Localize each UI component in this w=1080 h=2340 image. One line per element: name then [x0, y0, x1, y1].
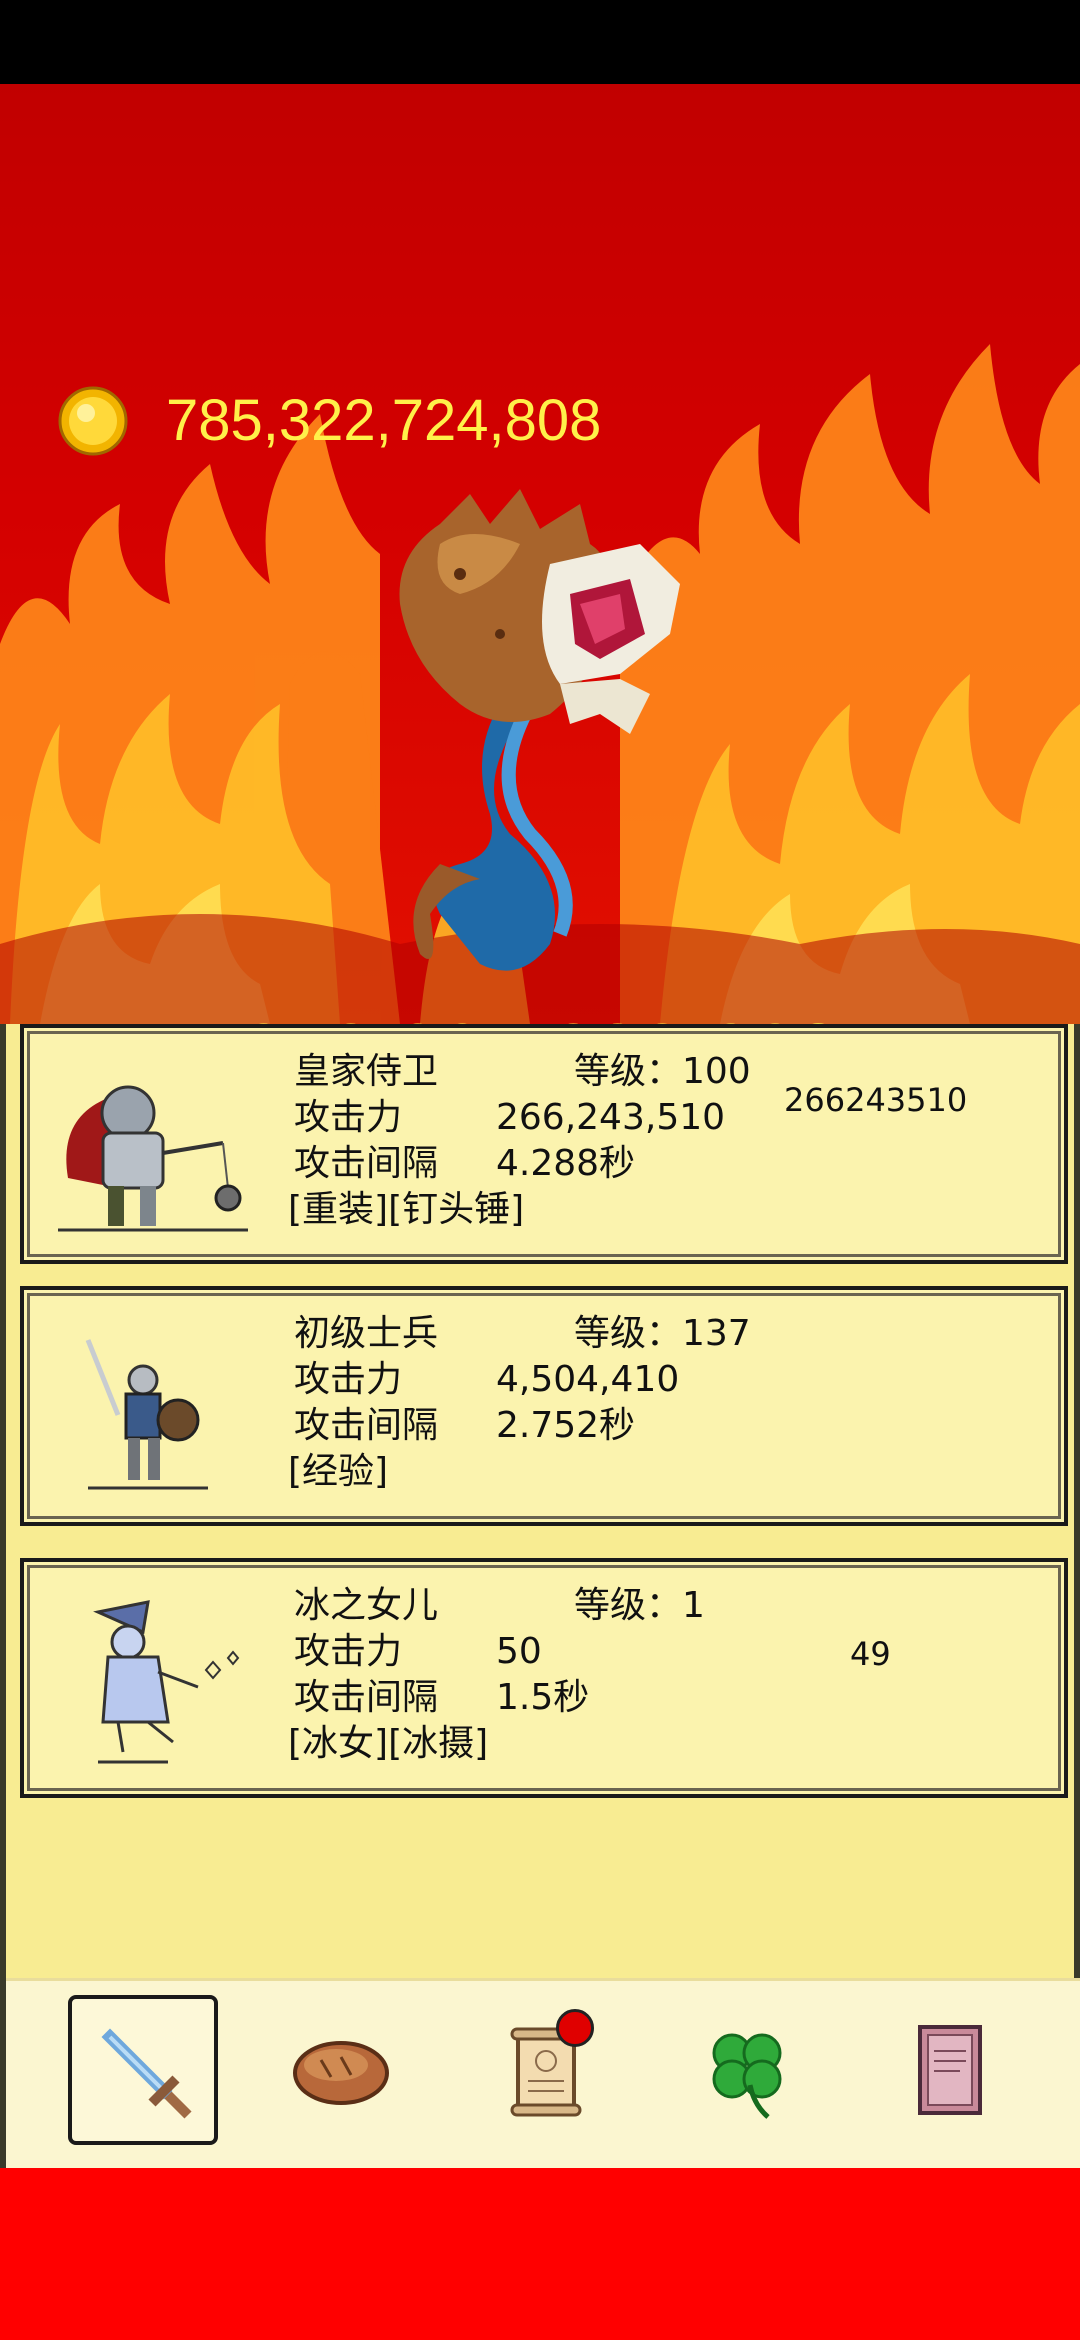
- clover-icon: [712, 2033, 782, 2119]
- bottom-banner: [0, 2168, 1080, 2340]
- hero-name: 初级士兵: [294, 1313, 439, 1354]
- attack-value: 50: [496, 1631, 542, 1672]
- interval-label: 攻击间隔: [294, 1405, 439, 1446]
- interval-label: 攻击间隔: [294, 1677, 439, 1718]
- attack-label: 攻击力: [294, 1097, 403, 1138]
- attack-value: 4,504,410: [496, 1359, 680, 1400]
- serpent-boss-sprite[interactable]: [380, 484, 720, 984]
- tab-heroes[interactable]: [68, 1995, 218, 2145]
- ice-daughter-portrait: [93, 1600, 240, 1764]
- hero-name: 冰之女儿: [294, 1585, 439, 1626]
- hero-card-ice-daughter[interactable]: 冰之女儿 等级：1 攻击力 50 49 攻击间隔 1.5秒 [冰女][冰摄]: [20, 1558, 1068, 1798]
- hero-card-royal-guard[interactable]: 皇家侍卫 等级：100 266243510 攻击力 266,243,510 攻击…: [20, 1024, 1068, 1264]
- interval-value: 2.752秒: [496, 1405, 636, 1446]
- attack-value: 266,243,510: [496, 1097, 726, 1138]
- hero-name: 皇家侍卫: [294, 1051, 439, 1092]
- tab-quests[interactable]: [470, 1995, 620, 2145]
- damage-popup: 49: [850, 1635, 891, 1673]
- hero-tags: [冰女][冰摄]: [288, 1723, 489, 1764]
- attack-label: 攻击力: [294, 1359, 403, 1400]
- sword-icon: [101, 2028, 192, 2119]
- tab-luck[interactable]: [672, 1995, 822, 2145]
- junior-soldier-portrait: [85, 1339, 208, 1490]
- gold-counter: 785,322,724,808: [58, 384, 601, 458]
- hero-tags: [经验]: [288, 1451, 389, 1492]
- hero-level: 等级：1: [574, 1585, 705, 1626]
- attack-label: 攻击力: [294, 1631, 403, 1672]
- damage-popup: 266243510: [784, 1081, 968, 1119]
- royal-guard-portrait: [58, 1085, 248, 1232]
- hero-tags: [重装][钉头锤]: [288, 1189, 525, 1230]
- interval-value: 4.288秒: [496, 1143, 636, 1184]
- gold-amount: 785,322,724,808: [166, 388, 602, 453]
- tab-food[interactable]: [266, 1995, 416, 2145]
- boss-health: 653,005,899,662: [0, 1004, 1080, 1024]
- interval-label: 攻击间隔: [294, 1143, 439, 1184]
- battle-arena[interactable]: 785,322,724,808 653,005,899,662: [0, 84, 1080, 1024]
- hero-list-panel: 皇家侍卫 等级：100 266243510 攻击力 266,243,510 攻击…: [0, 1024, 1080, 2168]
- hero-level: 等级：100: [574, 1051, 751, 1092]
- bottom-toolbar: [6, 1978, 1080, 2168]
- tab-codex[interactable]: [874, 1995, 1024, 2145]
- book-icon: [918, 2025, 982, 2115]
- hero-level: 等级：137: [574, 1313, 751, 1354]
- status-bar: [0, 0, 1080, 84]
- interval-value: 1.5秒: [496, 1677, 590, 1718]
- notification-dot-icon: [556, 2009, 594, 2047]
- bread-icon: [293, 2041, 389, 2105]
- gold-coin-icon: [58, 386, 128, 456]
- hero-card-junior-soldier[interactable]: 初级士兵 等级：137 攻击力 4,504,410 攻击间隔 2.752秒 [经…: [20, 1286, 1068, 1526]
